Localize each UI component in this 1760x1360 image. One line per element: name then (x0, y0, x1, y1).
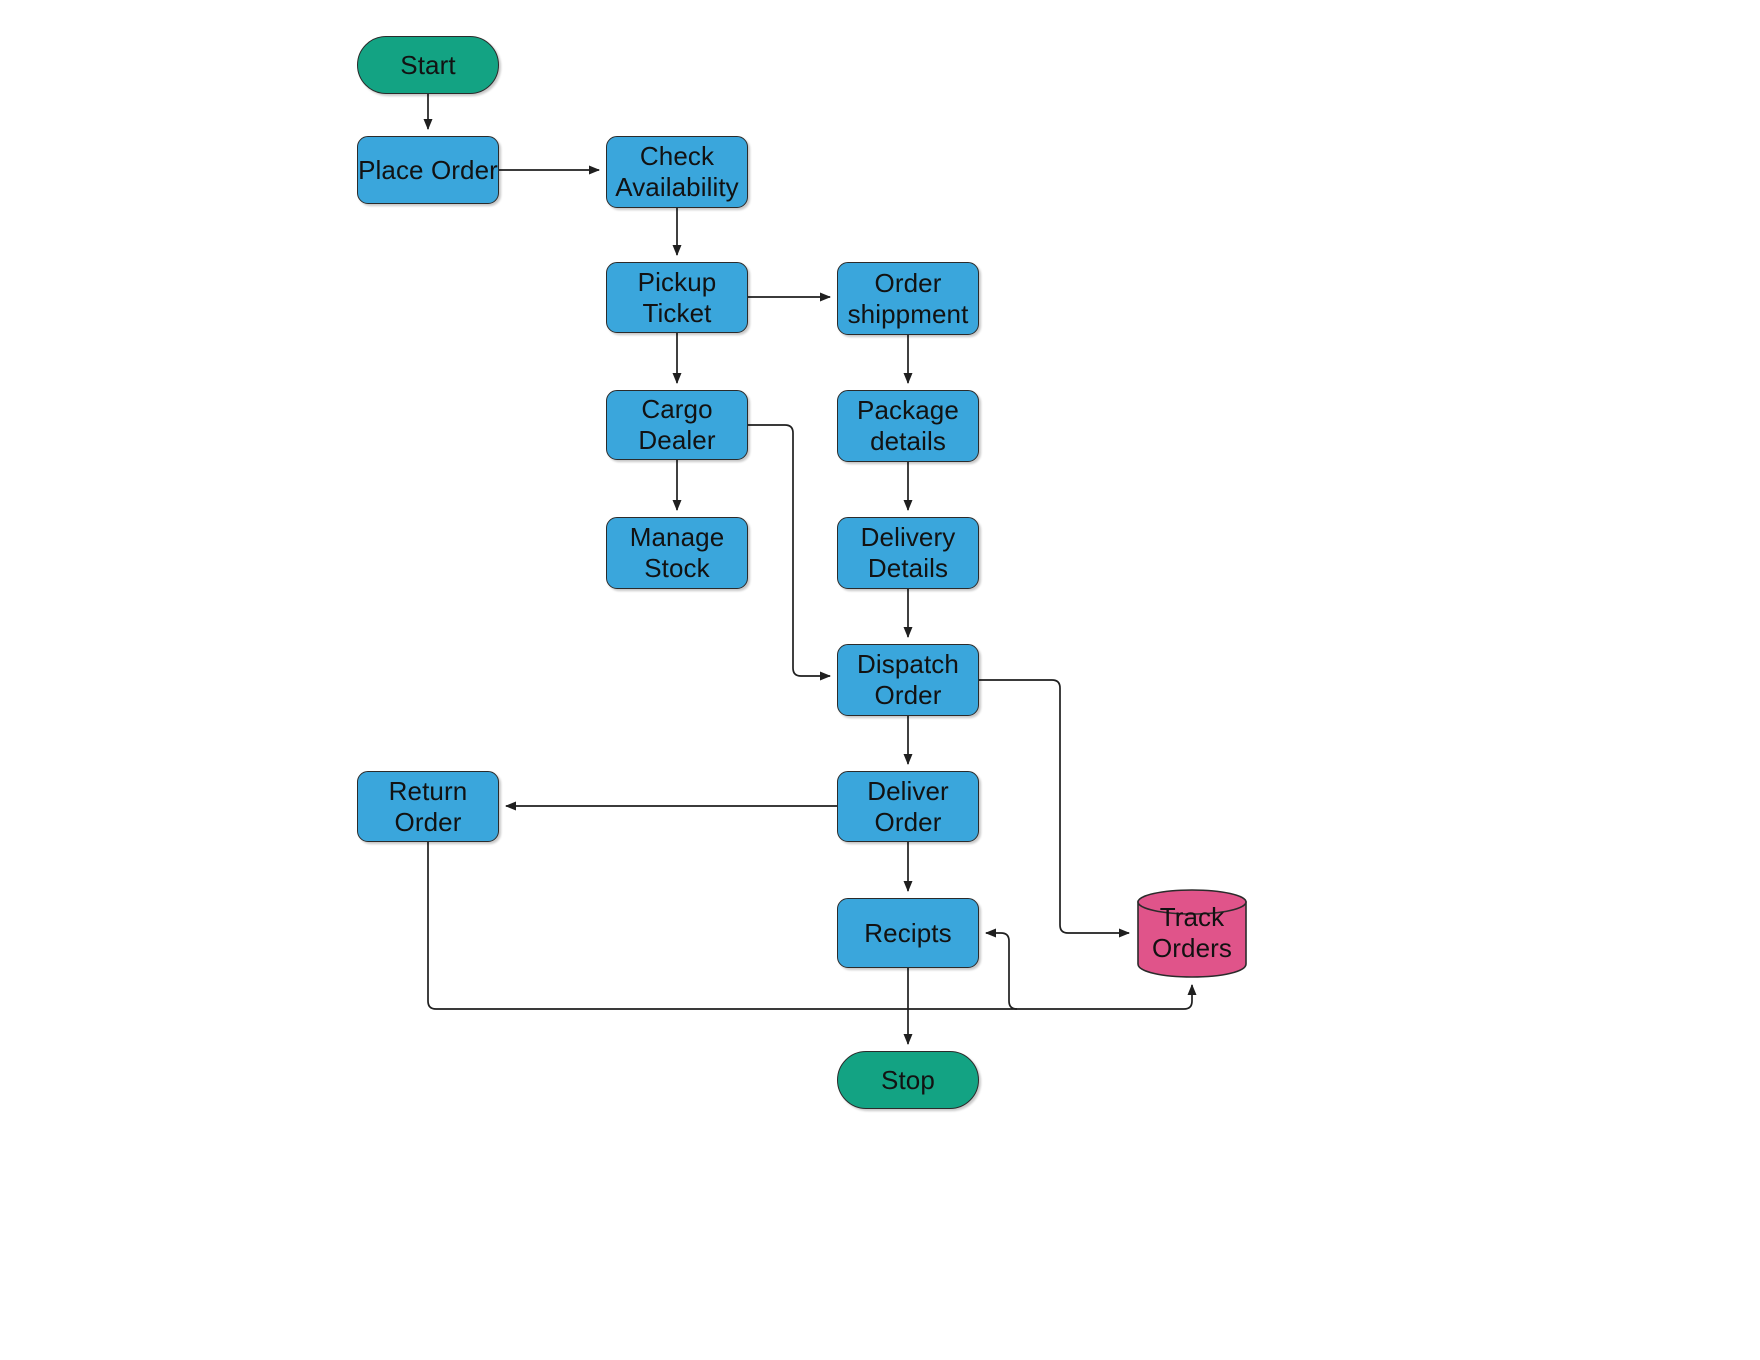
flow-node-delivery_details[interactable]: Delivery Details (837, 517, 979, 589)
flow-node-deliver_order[interactable]: Deliver Order (837, 771, 979, 842)
flow-node-package_details[interactable]: Package details (837, 390, 979, 462)
flow-node-label: Return Order (388, 775, 468, 837)
flow-node-dispatch_order[interactable]: Dispatch Order (837, 644, 979, 716)
flow-node-stop[interactable]: Stop (837, 1051, 979, 1109)
flow-node-label: Stop (881, 1064, 935, 1095)
flow-node-label: Start (400, 49, 456, 80)
flow-node-label: Cargo Dealer (638, 394, 716, 455)
edge-layer (423, 94, 1197, 1045)
flow-node-label: Manage Stock (629, 522, 725, 583)
flow-edge (979, 679, 1130, 938)
flow-edge (427, 842, 1197, 1010)
flow-node-start[interactable]: Start (357, 36, 499, 94)
flow-node-label: Package details (857, 395, 959, 456)
flow-node-label: Pickup Ticket (637, 266, 717, 328)
flow-node-label: Check Availability (615, 141, 739, 202)
flow-node-label: Dispatch Order (857, 649, 959, 710)
flow-node-order_shippment[interactable]: Order shippment (837, 262, 979, 335)
flow-node-label: Place Order (358, 154, 498, 185)
flow-node-cargo_dealer[interactable]: Cargo Dealer (606, 390, 748, 460)
flow-node-return_order[interactable]: Return Order (357, 771, 499, 842)
flow-node-recipts[interactable]: Recipts (837, 898, 979, 968)
flow-node-label: Delivery Details (860, 522, 956, 583)
flow-node-label: Deliver Order (867, 775, 949, 837)
flowchart-canvas: Start Place Order Check Availability Pickup… (0, 0, 1760, 1360)
flow-node-check_avail[interactable]: Check Availability (606, 136, 748, 208)
flow-node-label: Order shippment (847, 267, 969, 329)
flow-edge (985, 928, 1018, 1010)
flow-node-label: Track Orders (1151, 902, 1233, 963)
flow-node-track_orders[interactable]: Track Orders (1136, 888, 1248, 978)
flow-node-pickup_ticket[interactable]: Pickup Ticket (606, 262, 748, 333)
flow-node-label: Recipts (864, 917, 952, 948)
flow-node-manage_stock[interactable]: Manage Stock (606, 517, 748, 589)
flow-node-place_order[interactable]: Place Order (357, 136, 499, 204)
flow-edge (748, 424, 831, 681)
